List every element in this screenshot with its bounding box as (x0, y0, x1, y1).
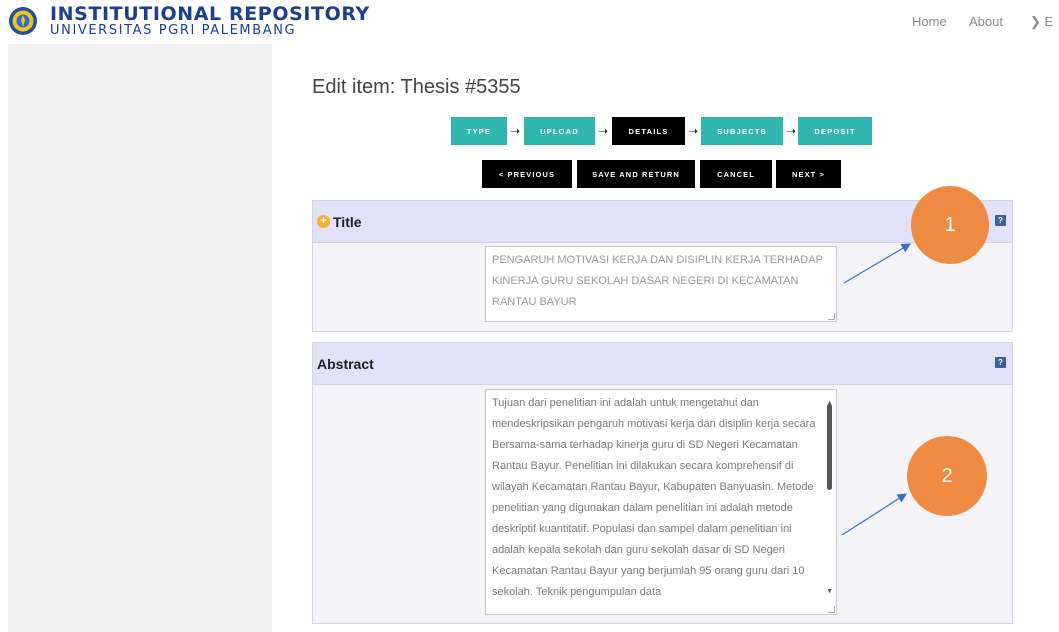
step-type[interactable]: TYPE (451, 117, 507, 145)
step-details[interactable]: DETAILS (612, 117, 685, 145)
arrow-right-icon: ➝ (688, 124, 699, 138)
save-and-return-button[interactable]: SAVE AND RETURN (577, 160, 695, 188)
step-deposit[interactable]: DEPOSIT (798, 117, 872, 145)
page: INSTITUTIONAL REPOSITORY UNIVERSITAS PGR… (0, 0, 1059, 632)
nav-about[interactable]: About (969, 14, 1003, 29)
title-value: PENGARUH MOTIVASI KERJA DAN DISIPLIN KER… (492, 254, 823, 308)
previous-button[interactable]: < PREVIOUS (482, 160, 572, 188)
abstract-value: Tujuan dari penelitian ini adalah untuk … (492, 397, 816, 598)
abstract-label: Abstract (317, 356, 374, 372)
arrow-right-icon: ➝ (786, 124, 797, 138)
resize-handle-icon[interactable] (828, 313, 835, 320)
help-icon[interactable]: ? (995, 215, 1006, 226)
help-icon[interactable]: ? (995, 357, 1006, 368)
title-textarea[interactable]: PENGARUH MOTIVASI KERJA DAN DISIPLIN KER… (485, 246, 837, 322)
arrow-right-icon: ➝ (598, 124, 609, 138)
title-panel-header: + Title ? (313, 201, 1012, 243)
next-button[interactable]: NEXT > (776, 160, 841, 188)
title-panel: + Title ? PENGARUH MOTIVASI KERJA DAN DI… (312, 200, 1013, 332)
required-plus-icon: + (317, 215, 330, 228)
university-logo-icon[interactable] (8, 6, 38, 36)
resize-handle-icon[interactable] (828, 606, 835, 613)
cancel-button[interactable]: CANCEL (700, 160, 772, 188)
scrollbar-thumb[interactable] (827, 404, 832, 490)
title-label: Title (333, 214, 362, 230)
nav-more[interactable]: ❯ E (1030, 14, 1053, 30)
abstract-textarea[interactable]: Tujuan dari penelitian ini adalah untuk … (485, 389, 837, 615)
brand-subtitle: UNIVERSITAS PGRI PALEMBANG (50, 23, 297, 38)
callout-1: 1 (911, 186, 989, 264)
step-upload[interactable]: UPLOAD (524, 117, 595, 145)
nav-home[interactable]: Home (912, 14, 947, 29)
site-header: INSTITUTIONAL REPOSITORY UNIVERSITAS PGR… (0, 0, 1059, 42)
brand-title[interactable]: INSTITUTIONAL REPOSITORY (50, 3, 370, 25)
step-subjects[interactable]: SUBJECTS (701, 117, 783, 145)
arrow-right-icon: ➝ (510, 124, 521, 138)
scroll-down-icon[interactable]: ▼ (826, 581, 833, 602)
callout-2: 2 (907, 436, 987, 516)
left-sidebar (8, 44, 272, 632)
page-title: Edit item: Thesis #5355 (312, 76, 521, 98)
abstract-panel-header: Abstract ? (313, 343, 1012, 385)
